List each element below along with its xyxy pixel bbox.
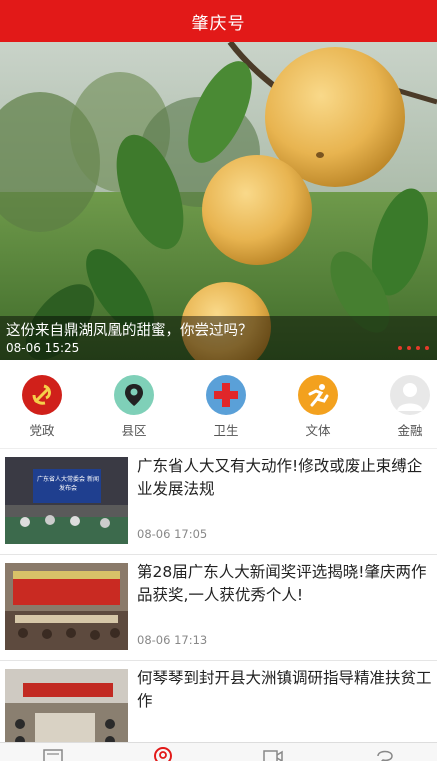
app-header: 肇庆号: [0, 0, 437, 42]
news-title[interactable]: 第28届广东人大新闻奖评选揭晓!肇庆两作品获奖,一人获优秀个人!: [137, 561, 433, 607]
bottom-nav: [0, 742, 437, 761]
thumbnail-caption: 广东省人大常委会 新闻发布会: [37, 476, 99, 492]
news-thumbnail: [5, 669, 128, 749]
category-dangzheng[interactable]: 党政: [12, 375, 72, 439]
category-weisheng[interactable]: 卫生: [196, 375, 256, 439]
news-title[interactable]: 何琴琴到封开县大洲镇调研指导精准扶贫工作: [137, 667, 433, 713]
carousel-dot-active: [425, 346, 429, 350]
news-item[interactable]: 第28届广东人大新闻奖评选揭晓!肇庆两作品获奖,一人获优秀个人! 08-06 1…: [0, 555, 437, 661]
avatar-icon: [390, 375, 430, 415]
news-time: 08-06 17:05: [137, 527, 208, 541]
news-item[interactable]: 广东省人大常委会 新闻发布会 广东省人大又有大动作!修改或废止束缚企业发展法规 …: [0, 449, 437, 555]
banner-title[interactable]: 这份来自鼎湖凤凰的甜蜜，你尝过吗？: [6, 319, 253, 340]
banner-caption[interactable]: 这份来自鼎湖凤凰的甜蜜，你尝过吗？ 08-06 15:25: [0, 316, 437, 360]
category-label: 党政: [29, 423, 55, 438]
banner-image: [0, 42, 437, 360]
carousel-dot: [407, 346, 411, 350]
video-icon[interactable]: [262, 746, 284, 761]
chat-icon[interactable]: [374, 746, 396, 761]
news-time: 08-06 17:13: [137, 633, 208, 647]
news-thumbnail: [5, 563, 128, 650]
news-item[interactable]: 何琴琴到封开县大洲镇调研指导精准扶贫工作: [0, 661, 437, 749]
carousel-indicator: [398, 346, 429, 350]
category-label: 金融: [397, 423, 423, 438]
carousel-dot: [416, 346, 420, 350]
category-label: 文体: [305, 423, 331, 438]
banner-carousel[interactable]: 这份来自鼎湖凤凰的甜蜜，你尝过吗？ 08-06 15:25: [0, 42, 437, 360]
news-icon[interactable]: [42, 746, 64, 761]
category-label: 卫生: [213, 423, 239, 438]
runner-icon: [298, 375, 338, 415]
category-wenti[interactable]: 文体: [288, 375, 348, 439]
news-thumbnail: 广东省人大常委会 新闻发布会: [5, 457, 128, 544]
category-xianqu[interactable]: 县区: [104, 375, 164, 439]
party-emblem-icon: [22, 375, 62, 415]
carousel-dot: [398, 346, 402, 350]
category-bar: 党政 县区 卫生 文体 金融: [0, 360, 437, 449]
location-icon[interactable]: [152, 746, 174, 761]
banner-time: 08-06 15:25: [6, 341, 80, 355]
news-title[interactable]: 广东省人大又有大动作!修改或废止束缚企业发展法规: [137, 455, 433, 501]
location-pin-icon: [114, 375, 154, 415]
category-jinrong[interactable]: 金融: [380, 375, 437, 439]
red-cross-icon: [206, 375, 246, 415]
page-title: 肇庆号: [191, 13, 246, 34]
app-screen: 肇庆号 这份来自鼎湖凤凰的甜蜜，你尝过吗？ 08-06 15:25 党政 县区 …: [0, 0, 437, 761]
category-label: 县区: [121, 423, 147, 438]
